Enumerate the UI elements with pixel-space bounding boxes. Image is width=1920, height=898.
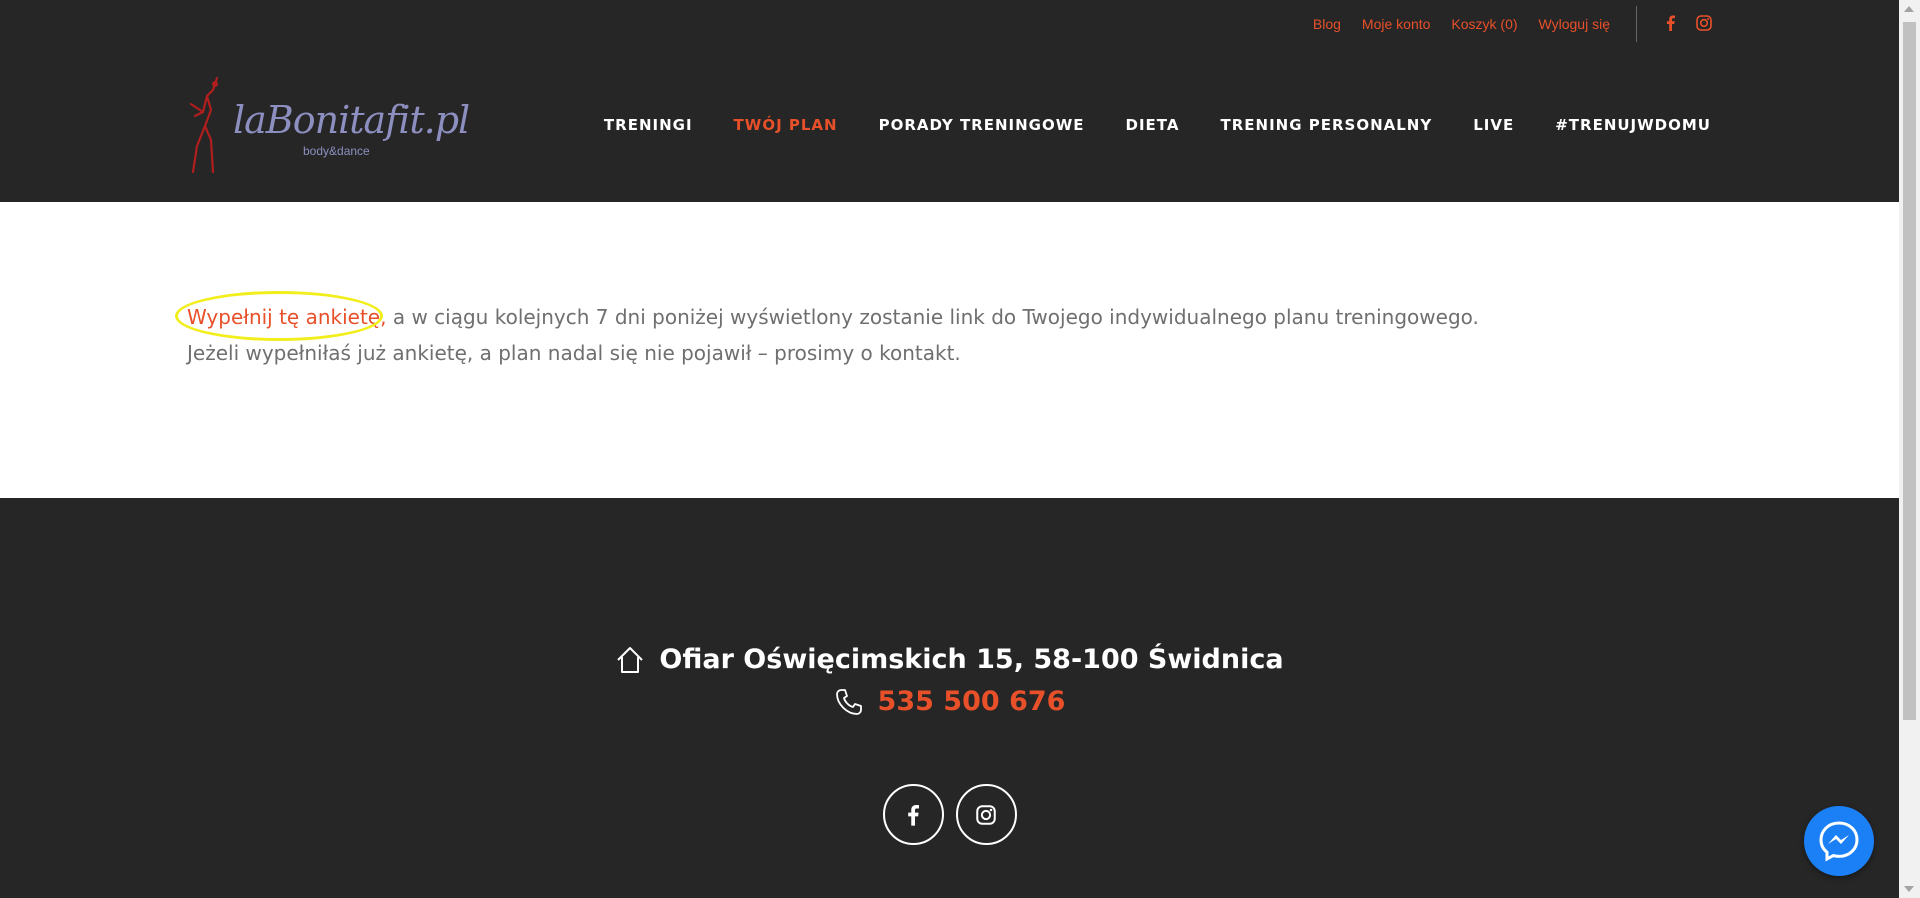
logo-subtext: body&dance [303, 144, 370, 158]
nav-item-porady-treningowe[interactable]: PORADY TRENINGOWE [879, 116, 1085, 134]
nav-item-trenujwdomu[interactable]: #TRENUJWDOMU [1555, 116, 1711, 134]
footer-social [0, 784, 1899, 845]
top-link-my-account[interactable]: Moje konto [1362, 16, 1430, 32]
main-content: Wypełnij tę ankietę, a w ciągu kolejnych… [0, 202, 1899, 498]
top-link-blog[interactable]: Blog [1313, 16, 1341, 32]
footer-facebook-icon[interactable] [882, 784, 944, 845]
plan-message-line1: a w ciągu kolejnych 7 dni poniżej wyświe… [386, 305, 1479, 329]
messenger-icon [1819, 821, 1859, 862]
scroll-down-arrow[interactable] [1904, 886, 1914, 892]
site-footer: Ofiar Oświęcimskich 15, 58-100 Świdnica … [0, 498, 1899, 898]
nav-item-dieta[interactable]: DIETA [1126, 116, 1180, 134]
top-social [1662, 14, 1712, 32]
scroll-up-arrow[interactable] [1904, 6, 1914, 12]
nav-item-treningi[interactable]: TRENINGI [604, 116, 693, 134]
site-header: Blog Moje konto Koszyk (0) Wyloguj się l… [0, 0, 1899, 202]
top-divider [1636, 6, 1637, 42]
nav-item-twoj-plan[interactable]: TWÓJ PLAN [734, 116, 838, 134]
highlight-circle [175, 291, 383, 341]
instagram-icon[interactable] [1696, 14, 1712, 32]
page-scrollbar[interactable] [1899, 0, 1920, 898]
messenger-chat-button[interactable] [1804, 806, 1874, 876]
address-text: Ofiar Oświęcimskich 15, 58-100 Świdnica [659, 644, 1284, 675]
top-links: Blog Moje konto Koszyk (0) Wyloguj się [1313, 16, 1610, 32]
home-icon [617, 646, 644, 673]
main-nav: TRENINGI TWÓJ PLAN PORADY TRENINGOWE DIE… [604, 116, 1711, 134]
plan-message: Wypełnij tę ankietę, a w ciągu kolejnych… [187, 299, 1479, 371]
scroll-thumb[interactable] [1903, 22, 1916, 720]
nav-item-live[interactable]: LIVE [1473, 116, 1514, 134]
footer-instagram-icon[interactable] [955, 784, 1017, 845]
site-logo[interactable]: laBonitafit.pl body&dance [183, 76, 470, 176]
facebook-icon[interactable] [1662, 14, 1678, 32]
nav-item-trening-personalny[interactable]: TRENING PERSONALNY [1220, 116, 1432, 134]
dancer-logo-icon [189, 76, 219, 174]
top-link-logout[interactable]: Wyloguj się [1539, 16, 1610, 32]
plan-message-line2: Jeżeli wypełniłaś już ankietę, a plan na… [187, 341, 961, 365]
footer-address: Ofiar Oświęcimskich 15, 58-100 Świdnica [0, 644, 1899, 675]
top-bar: Blog Moje konto Koszyk (0) Wyloguj się [0, 0, 1899, 52]
top-link-cart[interactable]: Koszyk (0) [1451, 16, 1517, 32]
logo-text: laBonitafit.pl [233, 98, 470, 142]
phone-icon [835, 688, 862, 715]
footer-phone: 535 500 676 [0, 686, 1899, 717]
phone-number[interactable]: 535 500 676 [878, 686, 1066, 717]
